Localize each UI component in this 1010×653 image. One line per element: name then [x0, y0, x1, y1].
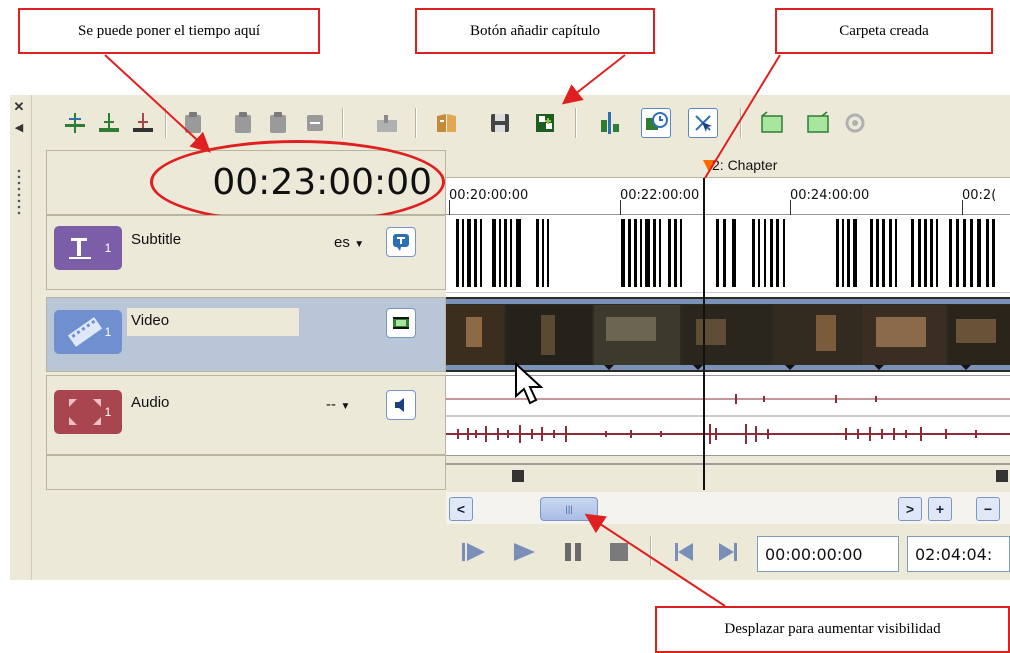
callout-arrows: [104, 54, 781, 607]
